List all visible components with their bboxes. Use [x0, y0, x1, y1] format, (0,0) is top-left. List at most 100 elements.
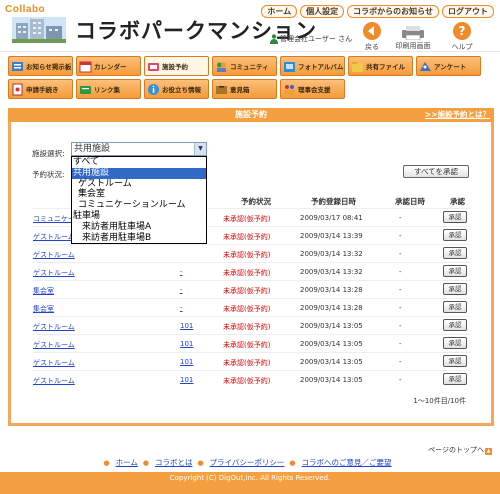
dropdown-option[interactable]: 共用施設 — [72, 167, 206, 179]
dropdown-option[interactable]: 来訪者用駐車場B — [72, 233, 206, 244]
menu-item-board-support[interactable]: 理事会支援 — [280, 79, 345, 99]
registered-cell: 2009/03/14 13:28 — [300, 286, 363, 294]
page-top-link[interactable]: ページのトップへ ▲ — [428, 445, 492, 455]
top-nav-home[interactable]: ホーム — [261, 5, 298, 18]
chevron-down-icon[interactable]: ▼ — [194, 143, 206, 155]
footer-links: ● ホーム ● コラボとは ● プライバシーポリシー ● コラボへのご意見／ご要望 — [0, 457, 500, 468]
facility-link[interactable]: ゲストルーム — [33, 322, 75, 332]
facility-select[interactable]: 共用施設 ▼ — [71, 142, 207, 156]
table-row: ゲストルーム 101 未承認(仮予約) 2009/03/14 13:05 - 承認 — [33, 334, 471, 352]
footer-link[interactable]: コラボとは — [155, 458, 193, 467]
approved-cell: - — [399, 232, 402, 240]
facility-dropdown-list[interactable]: すべて 共用施設 ゲストルーム 集会室 コミュニケーションルーム 駐車場 来訪者用駐車場A 来… — [71, 156, 207, 245]
facility-link[interactable]: ゲストルーム — [33, 268, 75, 278]
approve-all-button[interactable]: すべてを承認 — [403, 165, 469, 178]
page-count: 1〜10件目/10件 — [413, 397, 466, 405]
facility-link[interactable]: ゲストルーム — [33, 340, 75, 350]
status-cell: 未承認(仮予約) — [223, 377, 271, 385]
room-link[interactable]: 101 — [180, 376, 193, 384]
reservation-icon — [148, 62, 159, 71]
back-label: 戻る — [365, 43, 379, 51]
approve-button[interactable]: 承認 — [443, 301, 467, 313]
dropdown-option[interactable]: コミュニケーションルーム — [72, 200, 206, 211]
menu-item-label: リンク集 — [94, 86, 120, 94]
facility-link[interactable]: ゲストルーム — [33, 358, 75, 368]
registered-cell: 2009/03/17 08:41 — [300, 214, 363, 222]
room-link[interactable]: 101 — [180, 322, 193, 330]
menu-item-application[interactable]: 申請手続き — [8, 79, 73, 99]
menu-item-label: フォトアルバム — [298, 63, 344, 71]
dropdown-option[interactable]: 来訪者用駐車場A — [72, 222, 206, 233]
menu-item-info[interactable]: お役立ち情報 — [144, 79, 209, 99]
room-link[interactable]: 101 — [180, 340, 193, 348]
approve-button[interactable]: 承認 — [443, 319, 467, 331]
print-view-button[interactable]: 印刷用画面 — [393, 26, 433, 51]
dropdown-option[interactable]: 集会室 — [72, 189, 206, 200]
approved-cell: - — [399, 286, 402, 294]
user-name: 管理会社ユーザー さん — [280, 35, 353, 43]
approved-cell: - — [399, 322, 402, 330]
approved-cell: - — [399, 214, 402, 222]
reservation-panel: 施設予約 >>施設予約とは？ 施設選択: 共用施設 ▼ 予約状況: すべてを承認… — [8, 108, 494, 426]
footer-link[interactable]: プライバシーポリシー — [210, 458, 285, 467]
menu-item-opinion-box[interactable]: 意見箱 — [212, 79, 277, 99]
facility-link[interactable]: 集会室 — [33, 286, 54, 296]
room-link[interactable]: - — [180, 268, 183, 276]
registered-cell: 2009/03/14 13:05 — [300, 340, 363, 348]
facility-link[interactable]: ゲストルーム — [33, 250, 75, 260]
facility-link[interactable]: ゲストルーム — [33, 376, 75, 386]
col-approved-date: 承認日時 — [395, 197, 425, 206]
brand-logo[interactable]: Collabo — [5, 4, 45, 15]
dropdown-option[interactable]: すべて — [72, 157, 206, 168]
menu-item-survey[interactable]: アンケート — [416, 56, 481, 76]
menu-item-bulletin[interactable]: お知らせ掲示板 — [8, 56, 73, 76]
approve-button[interactable]: 承認 — [443, 265, 467, 277]
help-button[interactable]: ? ヘルプ — [442, 21, 482, 52]
dropdown-option[interactable]: 駐車場 — [72, 211, 206, 222]
footer-link[interactable]: コラボへのご意見／ご要望 — [302, 458, 392, 467]
col-status: 予約状況 — [241, 197, 271, 206]
help-label: ヘルプ — [451, 43, 473, 51]
menu-item-photo-album[interactable]: フォトアルバム — [280, 56, 345, 76]
menu-item-reservation[interactable]: 施設予約 — [144, 56, 209, 76]
registered-cell: 2009/03/14 13:32 — [300, 268, 363, 276]
top-nav-settings[interactable]: 個人設定 — [300, 5, 345, 18]
back-button[interactable]: 戻る — [352, 21, 392, 52]
approve-button[interactable]: 承認 — [443, 337, 467, 349]
room-link[interactable]: - — [180, 286, 183, 294]
menu-item-calendar[interactable]: カレンダー — [76, 56, 141, 76]
col-approve: 承認 — [450, 197, 465, 206]
shared-file-icon — [352, 61, 363, 72]
status-cell: 未承認(仮予約) — [223, 287, 271, 295]
menu-item-shared-file[interactable]: 共有ファイル — [348, 56, 413, 76]
approve-button[interactable]: 承認 — [443, 247, 467, 259]
top-nav-logout[interactable]: ログアウト — [442, 5, 494, 18]
approve-button[interactable]: 承認 — [443, 373, 467, 385]
link-icon — [80, 85, 91, 94]
approve-button[interactable]: 承認 — [443, 355, 467, 367]
facility-link[interactable]: ゲストルーム — [33, 232, 75, 242]
approve-button[interactable]: 承認 — [443, 283, 467, 295]
approved-cell: - — [399, 358, 402, 366]
menu-item-link[interactable]: リンク集 — [76, 79, 141, 99]
reservation-status-label: 予約状況: — [32, 170, 65, 179]
registered-cell: 2009/03/14 13:28 — [300, 304, 363, 312]
facility-link[interactable]: 集会室 — [33, 304, 54, 314]
room-link[interactable]: - — [180, 304, 183, 312]
menu-item-community[interactable]: コミュニティ — [212, 56, 277, 76]
menu-item-label: 意見箱 — [230, 86, 250, 94]
approved-cell: - — [399, 268, 402, 276]
menu-item-label: 理事会支援 — [298, 86, 331, 94]
header: Collabo コラボパークマンション ホーム 個人設定 コラボからのお知らせ … — [0, 0, 500, 52]
status-cell: 未承認(仮予約) — [223, 341, 271, 349]
top-nav-news[interactable]: コラボからのお知らせ — [347, 5, 439, 18]
footer-link[interactable]: ホーム — [116, 458, 138, 467]
approve-button[interactable]: 承認 — [443, 211, 467, 223]
dropdown-option[interactable]: ゲストルーム — [72, 179, 206, 190]
room-link[interactable]: 101 — [180, 358, 193, 366]
user-info: 管理会社ユーザー さん — [270, 34, 352, 44]
approve-button[interactable]: 承認 — [443, 229, 467, 241]
application-icon — [12, 83, 23, 95]
table-row: 集会室 - 未承認(仮予約) 2009/03/14 13:28 - 承認 — [33, 280, 471, 298]
what-is-reservation-link[interactable]: >>施設予約とは？ — [425, 109, 490, 120]
